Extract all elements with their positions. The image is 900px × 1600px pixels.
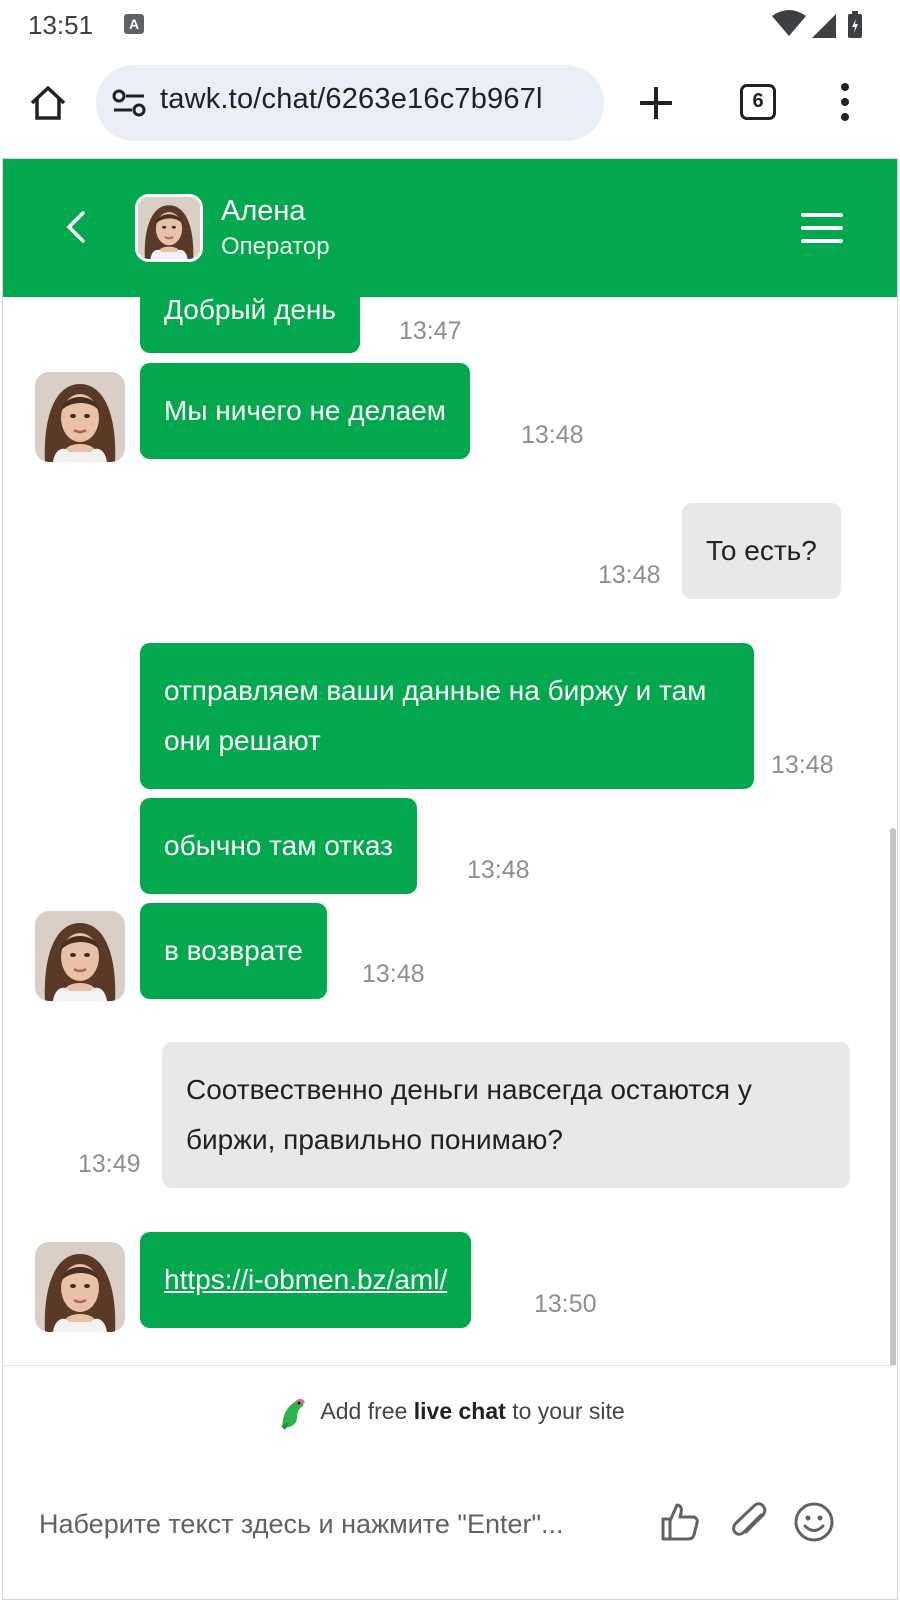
message-input[interactable] xyxy=(39,1499,639,1549)
hamburger-menu-icon[interactable] xyxy=(801,211,843,245)
wifi-icon xyxy=(772,10,806,36)
more-menu-icon[interactable] xyxy=(838,82,852,122)
message-time: 13:48 xyxy=(521,421,584,449)
agent-message: отправляем ваши данные на биржу и там он… xyxy=(140,643,754,789)
signal-icon xyxy=(812,14,836,38)
url-text[interactable]: tawk.to/chat/6263e16c7b967l xyxy=(160,83,543,116)
new-tab-icon[interactable] xyxy=(636,83,676,123)
chat-widget: Алена Оператор Добрый день 13:47 Мы ниче… xyxy=(2,158,898,1600)
message-time: 13:48 xyxy=(362,960,425,988)
message-text: обычно там отказ xyxy=(164,830,393,861)
message-text: Добрый день xyxy=(164,297,336,325)
message-composer xyxy=(3,1455,897,1599)
status-icons xyxy=(772,10,872,38)
back-icon[interactable] xyxy=(61,209,89,245)
home-icon[interactable] xyxy=(28,83,68,123)
paperclip-icon[interactable] xyxy=(729,1501,771,1543)
message-text: отправляем ваши данные на биржу и там он… xyxy=(164,675,707,756)
site-settings-icon[interactable] xyxy=(112,87,146,119)
battery-icon xyxy=(848,11,862,38)
message-time: 13:50 xyxy=(534,1290,597,1318)
browser-toolbar: tawk.to/chat/6263e16c7b967l 6 xyxy=(0,48,900,158)
message-time: 13:47 xyxy=(399,317,462,345)
message-time: 13:49 xyxy=(78,1150,141,1178)
branding-bold: live chat xyxy=(413,1398,506,1424)
visitor-message: То есть? xyxy=(682,503,841,599)
agent-message: в возврате xyxy=(140,903,327,999)
notification-icon: A xyxy=(124,14,144,34)
message-text: Мы ничего не делаем xyxy=(164,395,446,426)
message-text: в возврате xyxy=(164,935,303,966)
agent-role: Оператор xyxy=(221,233,330,260)
message-text: Соотвественно деньги навсегда остаются у… xyxy=(186,1074,752,1155)
message-time: 13:48 xyxy=(467,856,530,884)
message-time: 13:48 xyxy=(598,561,661,589)
status-bar: 13:51 A xyxy=(0,0,900,48)
message-list[interactable]: Добрый день 13:47 Мы ничего не делаем 13… xyxy=(3,297,897,1365)
address-bar[interactable]: tawk.to/chat/6263e16c7b967l xyxy=(96,65,604,141)
thumbs-up-icon[interactable] xyxy=(659,1501,701,1543)
agent-avatar xyxy=(35,911,125,1001)
agent-avatar xyxy=(35,1242,125,1332)
scrollbar[interactable] xyxy=(890,828,896,1365)
tab-switcher-button[interactable]: 6 xyxy=(740,84,776,120)
tawk-parrot-icon xyxy=(281,1398,306,1430)
status-time: 13:51 xyxy=(28,10,94,40)
message-time: 13:48 xyxy=(771,751,834,779)
branding-suffix: to your site xyxy=(512,1398,625,1424)
agent-avatar xyxy=(135,194,203,262)
agent-name: Алена xyxy=(221,195,306,227)
agent-message: обычно там отказ xyxy=(140,798,417,894)
tawk-branding-link[interactable]: Add free live chat to your site xyxy=(3,1365,897,1455)
message-text: То есть? xyxy=(706,535,817,566)
message-link[interactable]: https://i-obmen.bz/aml/ xyxy=(164,1264,447,1295)
agent-message: https://i-obmen.bz/aml/ xyxy=(140,1232,472,1328)
branding-prefix: Add free xyxy=(320,1398,408,1424)
agent-message: Добрый день xyxy=(140,297,360,353)
visitor-message: Соотвественно деньги навсегда остаются у… xyxy=(162,1042,850,1188)
agent-message: Мы ничего не делаем xyxy=(140,363,470,459)
emoji-icon[interactable] xyxy=(793,1501,835,1543)
agent-avatar xyxy=(35,372,125,462)
chat-header: Алена Оператор xyxy=(3,159,897,297)
